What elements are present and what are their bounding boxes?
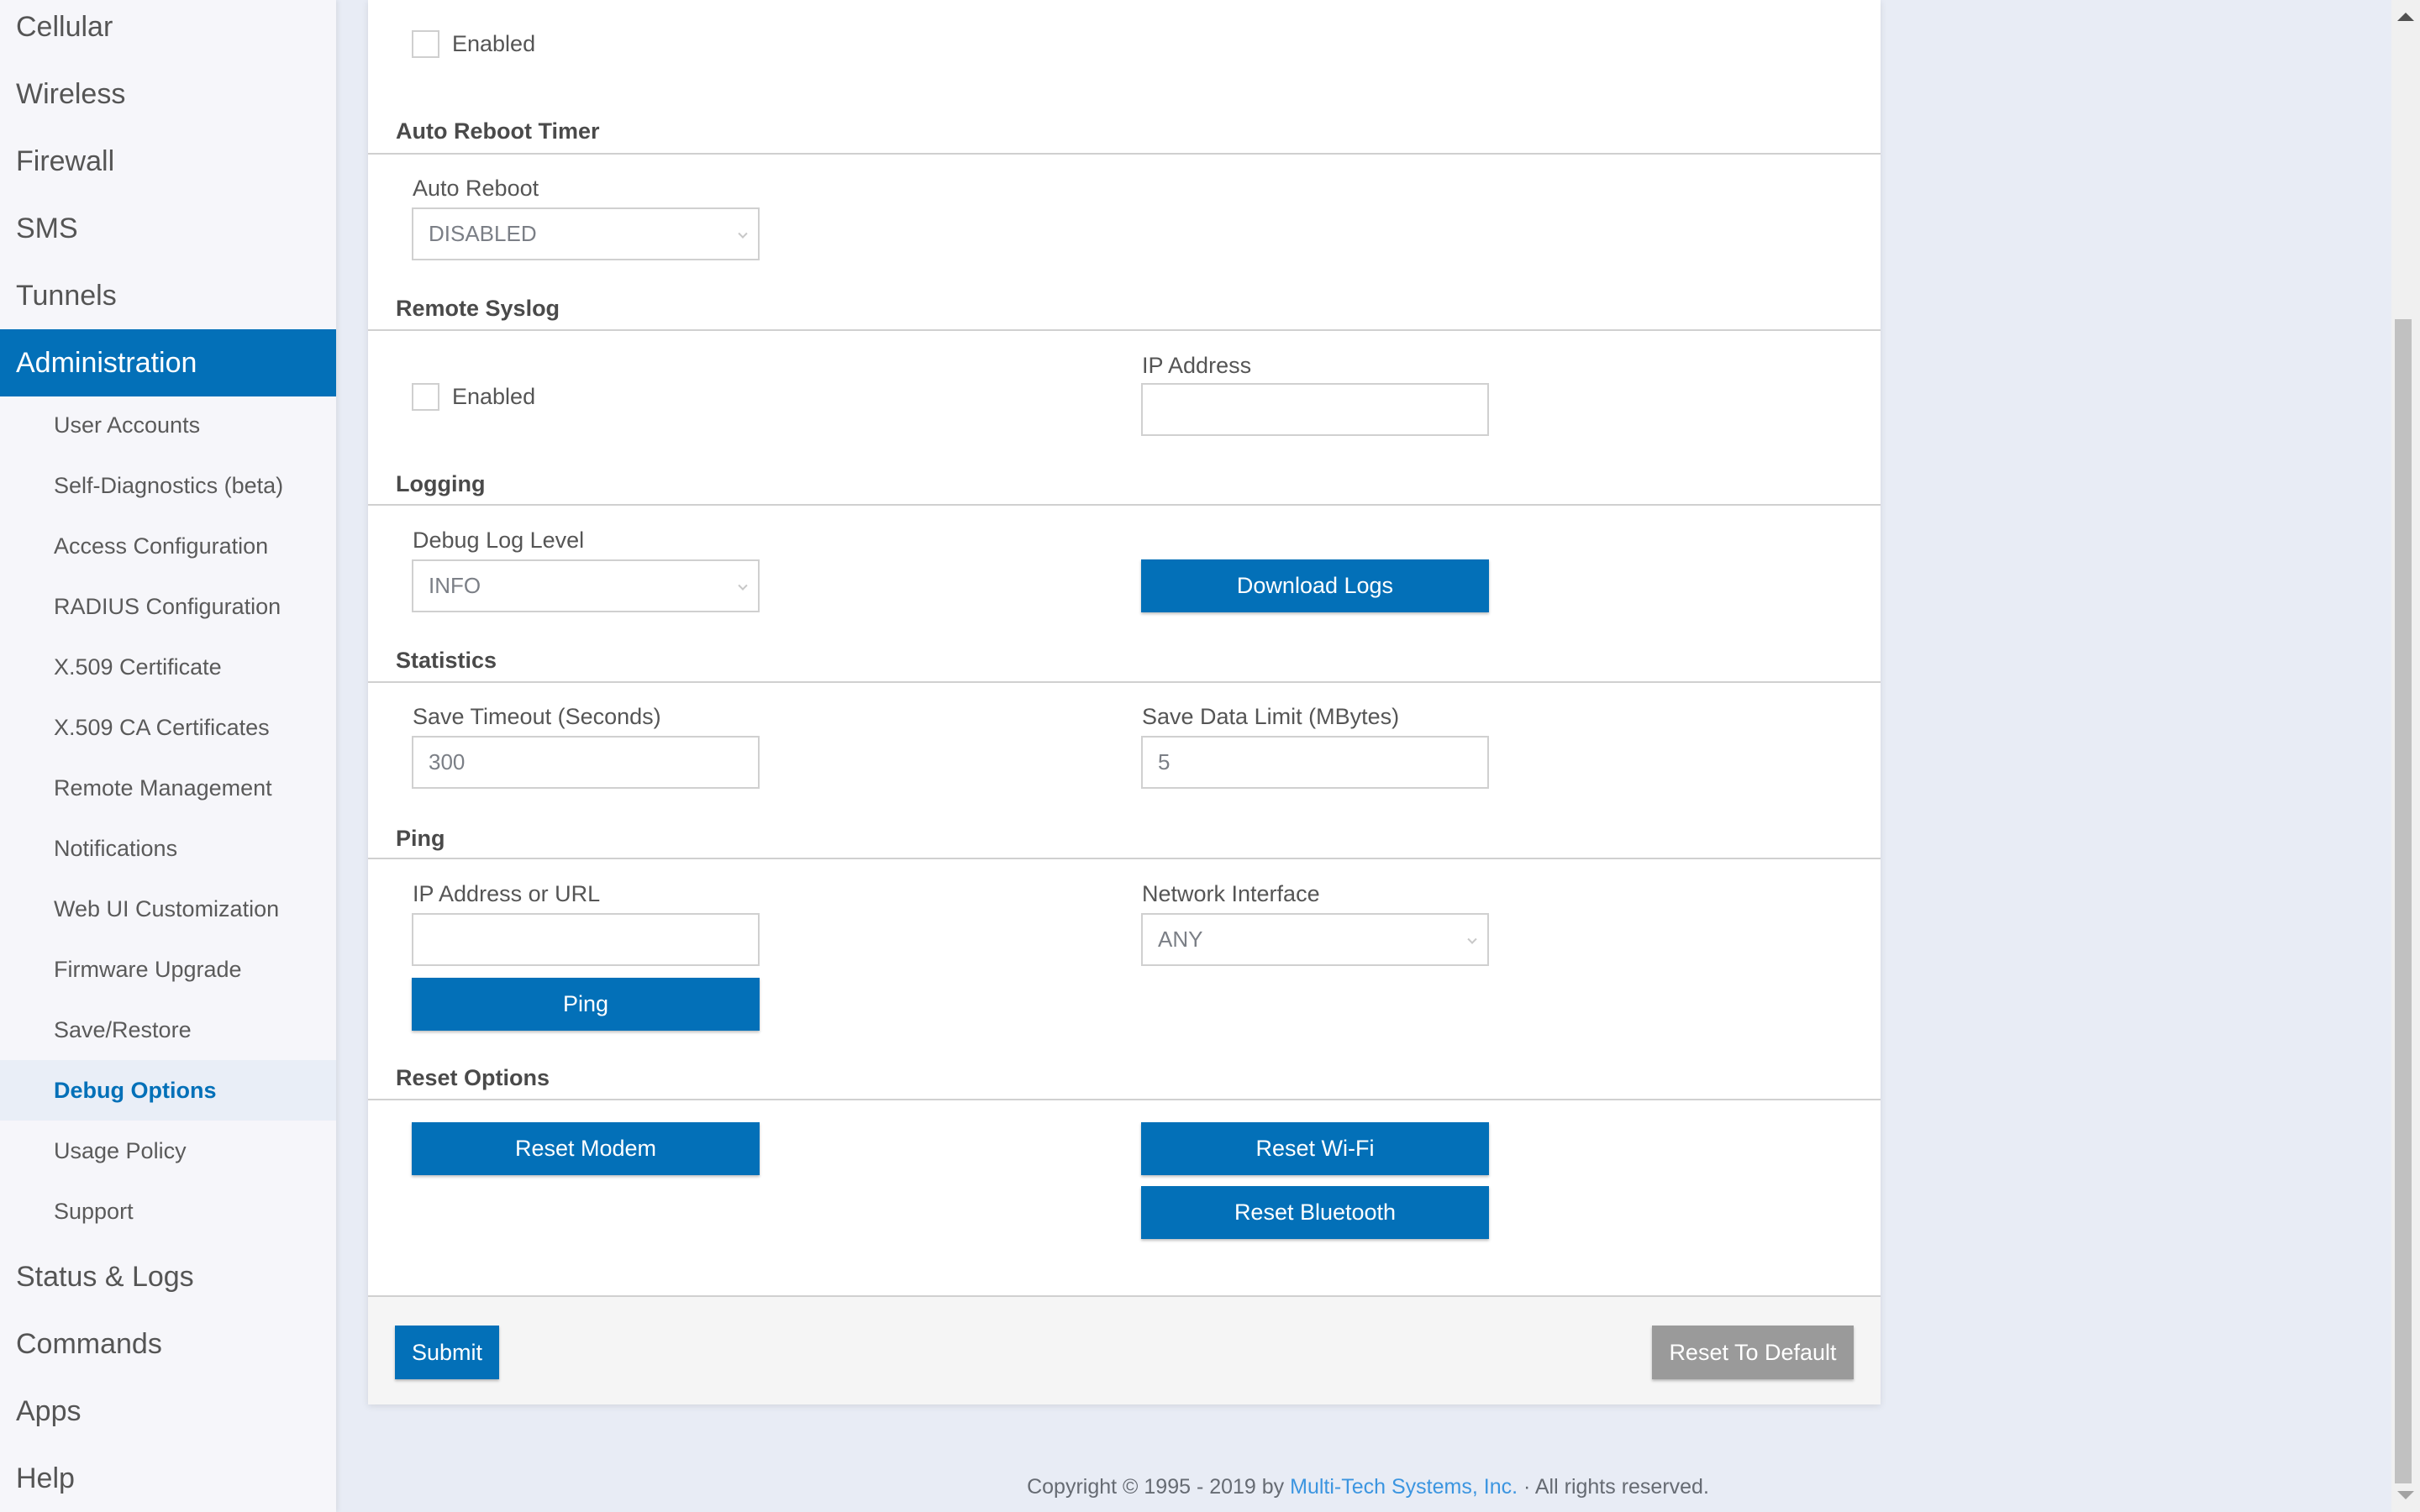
copyright-suffix: · All rights reserved.	[1518, 1475, 1709, 1499]
debug-log-level-label: Debug Log Level	[413, 528, 585, 553]
sidebar-subitem-radius-configuration[interactable]: RADIUS Configuration	[0, 576, 336, 637]
remote-syslog-enabled-checkbox[interactable]	[412, 383, 439, 411]
sidebar-item-tunnels[interactable]: Tunnels	[0, 262, 336, 329]
sidebar-subitem-remote-management[interactable]: Remote Management	[0, 758, 336, 818]
scrollbar-thumb[interactable]	[2395, 319, 2412, 1483]
chevron-down-icon	[738, 580, 748, 591]
sidebar-item-status-logs[interactable]: Status & Logs	[0, 1243, 336, 1310]
debug-log-level-selected-value: INFO	[429, 573, 481, 598]
reset-modem-button[interactable]: Reset Modem	[412, 1122, 760, 1175]
sidebar-subitem-debug-options[interactable]: Debug Options	[0, 1060, 336, 1121]
sidebar-subitem-x509-certificate[interactable]: X.509 Certificate	[0, 637, 336, 697]
save-data-limit-label: Save Data Limit (MBytes)	[1142, 704, 1400, 729]
network-interface-label: Network Interface	[1142, 881, 1320, 906]
sidebar-subitem-x509-ca-certificates[interactable]: X.509 CA Certificates	[0, 697, 336, 758]
debug-options-panel: Enabled Auto Reboot Timer Auto Reboot DI…	[368, 0, 1881, 1404]
sidebar-subitem-notifications[interactable]: Notifications	[0, 818, 336, 879]
section-divider	[368, 1099, 1881, 1100]
download-logs-button[interactable]: Download Logs	[1141, 559, 1489, 612]
section-title-statistics: Statistics	[396, 648, 497, 673]
sidebar-subitem-save-restore[interactable]: Save/Restore	[0, 1000, 336, 1060]
chevron-down-icon	[738, 228, 748, 239]
enabled-checkbox[interactable]	[412, 30, 439, 58]
sidebar-subitem-web-ui-customization[interactable]: Web UI Customization	[0, 879, 336, 939]
auto-reboot-selected-value: DISABLED	[429, 221, 537, 246]
sidebar-subitem-access-configuration[interactable]: Access Configuration	[0, 516, 336, 576]
form-actions-footer: Submit Reset To Default	[368, 1295, 1881, 1404]
sidebar-subitem-support[interactable]: Support	[0, 1181, 336, 1242]
reset-bluetooth-button[interactable]: Reset Bluetooth	[1141, 1186, 1489, 1239]
chevron-down-icon	[1467, 934, 1477, 944]
ping-address-label: IP Address or URL	[413, 881, 601, 906]
copyright-prefix: Copyright © 1995 - 2019 by	[1027, 1475, 1291, 1499]
section-divider	[368, 858, 1881, 859]
remote-syslog-ip-label: IP Address	[1142, 353, 1252, 378]
sidebar-item-administration[interactable]: Administration	[0, 329, 336, 396]
company-link[interactable]: Multi-Tech Systems, Inc.	[1290, 1475, 1518, 1499]
copyright-footer: Copyright © 1995 - 2019 by Multi-Tech Sy…	[0, 1475, 2388, 1499]
debug-log-level-select[interactable]: INFO	[412, 559, 760, 612]
scroll-up-arrow-icon[interactable]	[2391, 7, 2420, 27]
ping-button[interactable]: Ping	[412, 978, 760, 1031]
section-title-remote-syslog: Remote Syslog	[396, 296, 560, 321]
sidebar-subitem-firmware-upgrade[interactable]: Firmware Upgrade	[0, 939, 336, 1000]
sidebar-item-wireless[interactable]: Wireless	[0, 60, 336, 128]
sidebar-subitem-usage-policy[interactable]: Usage Policy	[0, 1121, 336, 1181]
save-timeout-label: Save Timeout (Seconds)	[413, 704, 661, 729]
remote-syslog-enabled-label: Enabled	[452, 384, 536, 409]
submit-button[interactable]: Submit	[395, 1326, 499, 1379]
reset-to-default-button[interactable]: Reset To Default	[1652, 1326, 1854, 1379]
section-title-auto-reboot-timer: Auto Reboot Timer	[396, 118, 600, 144]
network-interface-selected-value: ANY	[1158, 927, 1203, 952]
network-interface-select[interactable]: ANY	[1141, 913, 1489, 966]
sidebar: Cellular Wireless Firewall SMS Tunnels A…	[0, 0, 336, 1512]
section-divider	[368, 329, 1881, 331]
save-timeout-input[interactable]	[412, 736, 760, 789]
scroll-down-arrow-icon[interactable]	[2391, 1485, 2420, 1505]
remote-syslog-ip-input[interactable]	[1141, 383, 1489, 436]
section-title-reset-options: Reset Options	[396, 1065, 550, 1090]
sidebar-item-cellular[interactable]: Cellular	[0, 0, 336, 60]
save-data-limit-input[interactable]	[1141, 736, 1489, 789]
sidebar-item-firewall[interactable]: Firewall	[0, 128, 336, 195]
sidebar-subitem-user-accounts[interactable]: User Accounts	[0, 395, 336, 455]
vertical-scrollbar[interactable]	[2391, 0, 2420, 1512]
reset-wifi-button[interactable]: Reset Wi-Fi	[1141, 1122, 1489, 1175]
section-divider	[368, 504, 1881, 506]
auto-reboot-select[interactable]: DISABLED	[412, 207, 760, 260]
sidebar-item-commands[interactable]: Commands	[0, 1310, 336, 1378]
section-title-logging: Logging	[396, 471, 486, 496]
sidebar-item-sms[interactable]: SMS	[0, 195, 336, 262]
enabled-checkbox-label: Enabled	[452, 31, 536, 56]
section-divider	[368, 681, 1881, 683]
section-divider	[368, 153, 1881, 155]
auto-reboot-label: Auto Reboot	[413, 176, 539, 201]
section-title-ping: Ping	[396, 826, 445, 851]
sidebar-subitem-self-diagnostics[interactable]: Self-Diagnostics (beta)	[0, 455, 336, 516]
sidebar-item-apps[interactable]: Apps	[0, 1378, 336, 1445]
ping-address-input[interactable]	[412, 913, 760, 966]
